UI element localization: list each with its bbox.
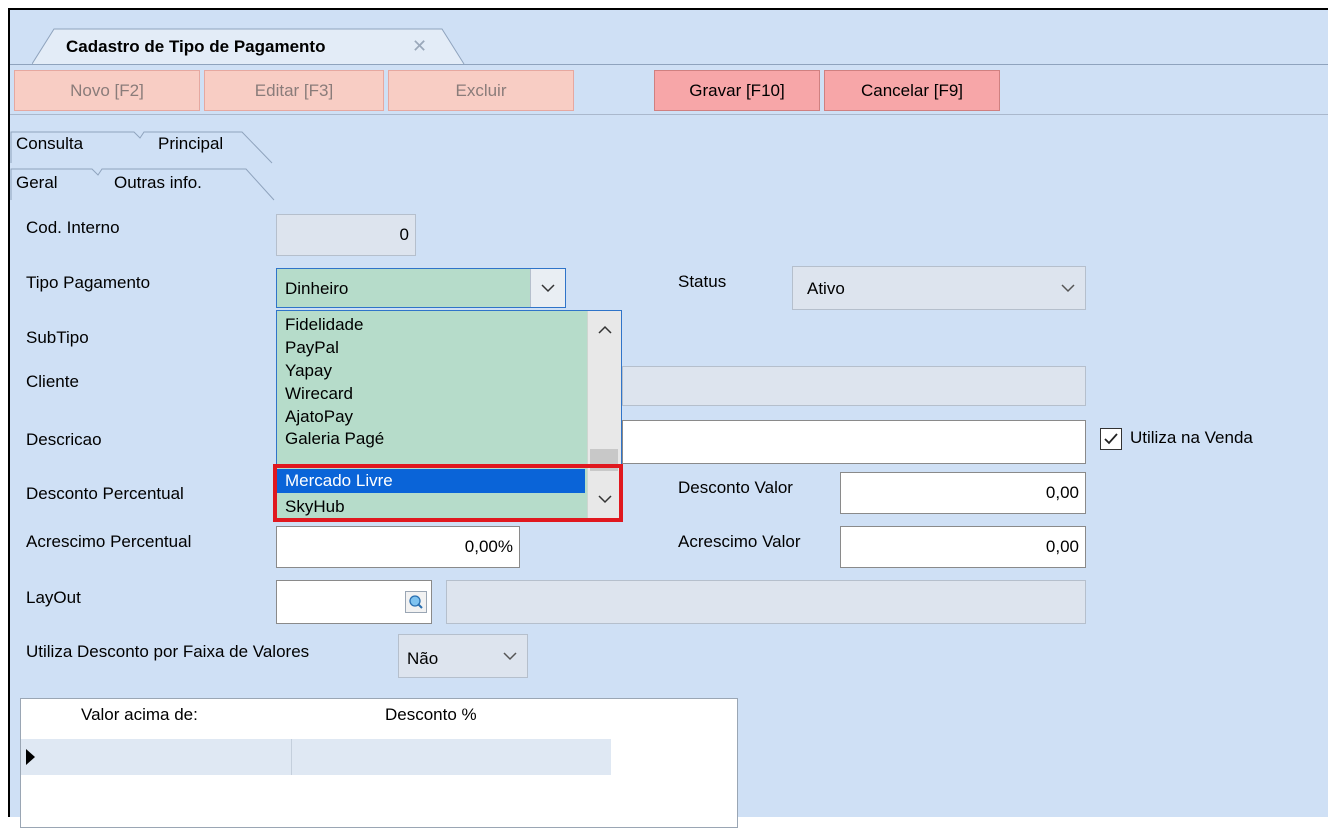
- chevron-down-icon[interactable]: [1051, 267, 1085, 309]
- tipo-pagamento-value: Dinheiro: [285, 279, 349, 298]
- check-icon: [1104, 433, 1118, 445]
- acrescimo-percentual-field[interactable]: 0,00%: [276, 526, 520, 568]
- desconto-valor-field[interactable]: 0,00: [840, 472, 1086, 514]
- close-icon[interactable]: ✕: [412, 36, 427, 57]
- faixa-label: Utiliza Desconto por Faixa de Valores: [26, 642, 310, 661]
- tipo-pagamento-select[interactable]: Dinheiro: [276, 268, 566, 308]
- list-item[interactable]: AjatoPay: [285, 407, 353, 427]
- layout-field[interactable]: [276, 580, 432, 624]
- acrescimo-valor-field[interactable]: 0,00: [840, 526, 1086, 568]
- list-item[interactable]: Fidelidade: [285, 315, 363, 335]
- excluir-button[interactable]: Excluir: [388, 70, 574, 111]
- chevron-up-icon[interactable]: [598, 325, 612, 334]
- layout-label: LayOut: [26, 588, 81, 607]
- faixa-grid: Valor acima de: Desconto %: [20, 698, 738, 828]
- grid-col-valor: Valor acima de:: [81, 705, 198, 724]
- chevron-down-icon[interactable]: [493, 635, 527, 677]
- desconto-valor-label: Desconto Valor: [678, 478, 793, 497]
- list-item[interactable]: PayPal: [285, 338, 339, 358]
- cod-interno-field: 0: [276, 214, 416, 256]
- editar-button[interactable]: Editar [F3]: [204, 70, 384, 111]
- tab-outras-info[interactable]: Outras info.: [114, 173, 202, 193]
- status-select[interactable]: Ativo: [792, 266, 1086, 310]
- acrescimo-percentual-label: Acrescimo Percentual: [26, 532, 192, 551]
- layout-description-field: [446, 580, 1086, 624]
- tab-consulta[interactable]: Consulta: [16, 134, 83, 154]
- tipo-pagamento-label: Tipo Pagamento: [26, 273, 151, 292]
- cod-interno-label: Cod. Interno: [26, 218, 120, 237]
- tab-geral[interactable]: Geral: [16, 173, 58, 193]
- list-item[interactable]: Wirecard: [285, 384, 353, 404]
- highlight-box: [273, 464, 623, 522]
- search-icon[interactable]: [405, 591, 427, 613]
- chevron-down-icon[interactable]: [530, 269, 565, 307]
- table-row[interactable]: [21, 739, 611, 775]
- faixa-select[interactable]: Não: [398, 634, 528, 678]
- list-item[interactable]: Yapay: [285, 361, 332, 381]
- descricao-field[interactable]: [622, 420, 1086, 464]
- subtipo-label: SubTipo: [26, 328, 89, 347]
- desconto-percentual-label: Desconto Percentual: [26, 484, 184, 503]
- utiliza-venda-checkbox[interactable]: [1100, 428, 1122, 450]
- list-item[interactable]: Galeria Pagé: [285, 429, 384, 449]
- status-value: Ativo: [807, 279, 845, 298]
- acrescimo-valor-label: Acrescimo Valor: [678, 532, 801, 551]
- grid-col-desconto: Desconto %: [385, 705, 477, 724]
- grid-col-divider: [291, 739, 292, 775]
- descricao-label: Descricao: [26, 430, 102, 449]
- toolbar-divider: [10, 114, 1328, 115]
- cliente-name-field: [622, 366, 1086, 406]
- novo-button[interactable]: Novo [F2]: [14, 70, 200, 111]
- utiliza-venda-label: Utiliza na Venda: [1130, 428, 1253, 447]
- doc-tab-title: Cadastro de Tipo de Pagamento: [66, 37, 326, 56]
- cliente-label: Cliente: [26, 372, 79, 391]
- main-window: Cadastro de Tipo de Pagamento ✕ Novo [F2…: [8, 8, 1328, 828]
- gravar-button[interactable]: Gravar [F10]: [654, 70, 820, 111]
- grid-header: Valor acima de: Desconto %: [21, 699, 611, 735]
- doc-tab-cadastro[interactable]: Cadastro de Tipo de Pagamento ✕: [32, 28, 468, 65]
- status-label: Status: [678, 272, 727, 291]
- faixa-value: Não: [407, 649, 439, 668]
- cancelar-button[interactable]: Cancelar [F9]: [824, 70, 1000, 111]
- row-pointer-icon: [26, 749, 35, 765]
- tab-principal[interactable]: Principal: [158, 134, 223, 154]
